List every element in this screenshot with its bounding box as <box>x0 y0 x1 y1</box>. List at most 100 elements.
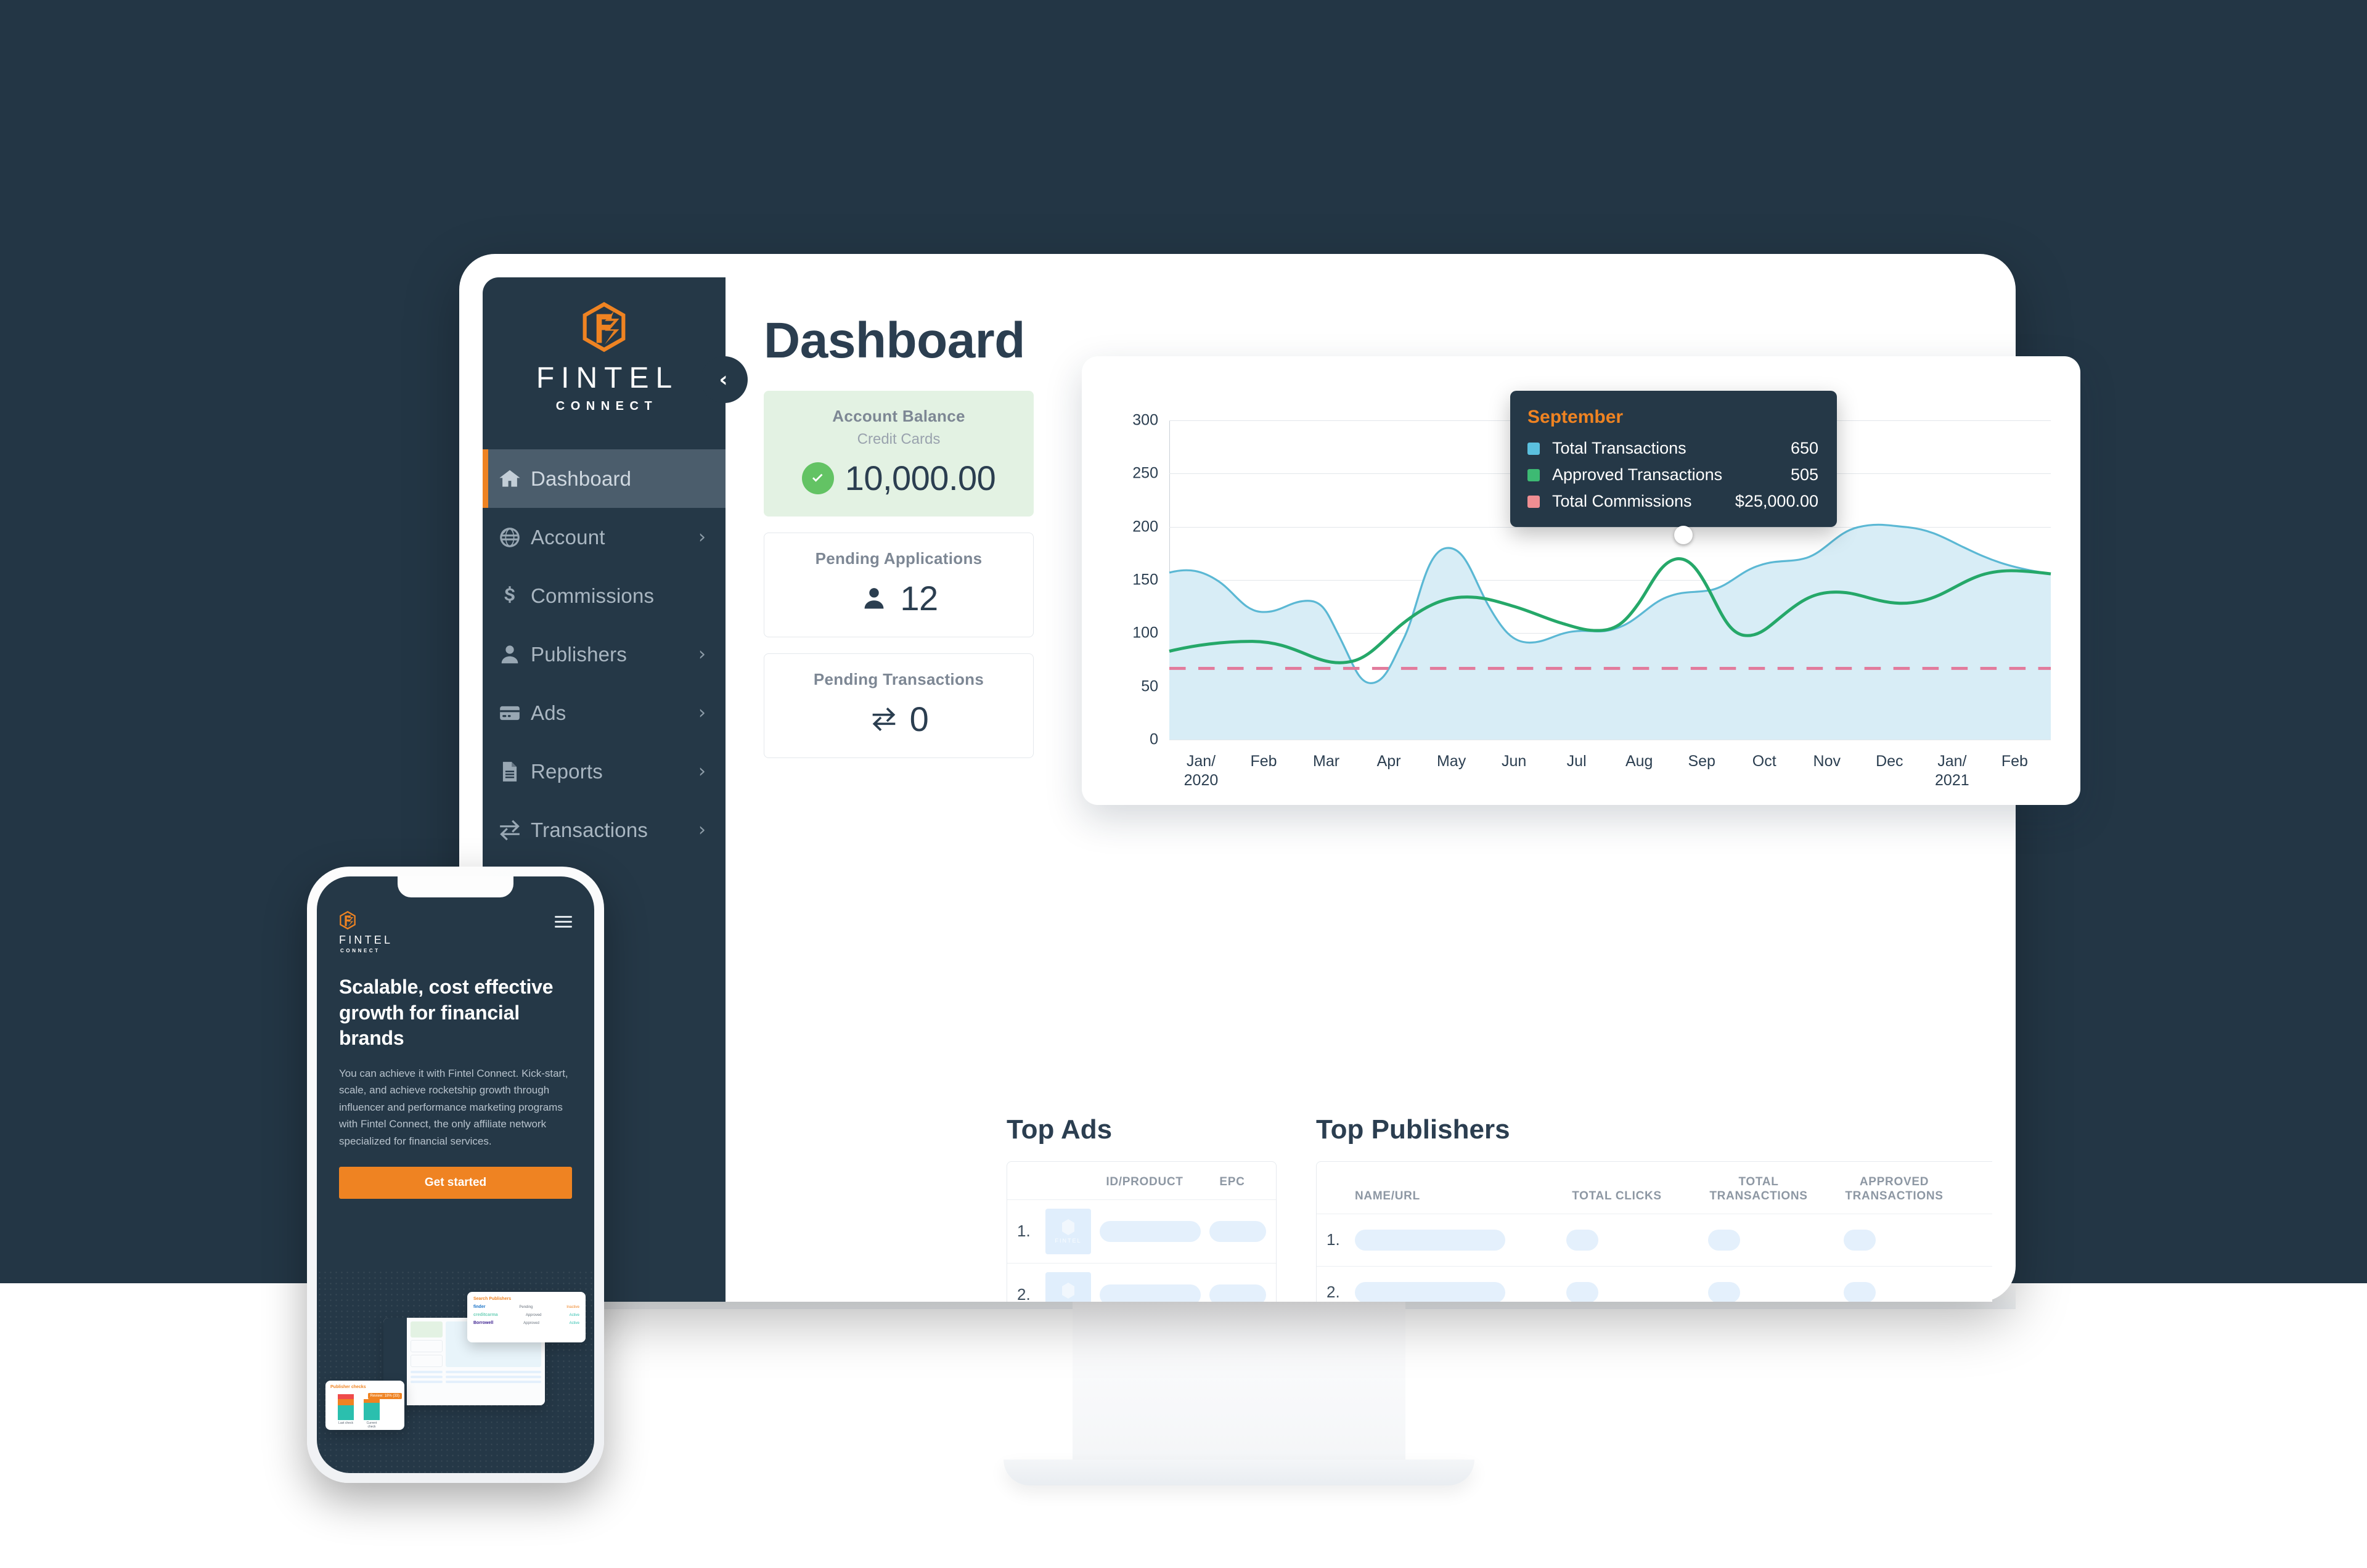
publisher-name: creditcarma <box>473 1313 498 1317</box>
check-circle-icon <box>801 462 834 494</box>
tooltip-month: September <box>1527 407 1624 427</box>
table-header-row: NAME/URL TOTAL CLICKS TOTAL TRANSACTIONS… <box>1317 1162 1992 1214</box>
x-tick-label: Jan/2020 <box>1184 753 1219 790</box>
sidebar-item-reports[interactable]: Reports › <box>483 742 726 801</box>
card-title: Pending Applications <box>815 549 983 568</box>
sidebar-item-label: Commissions <box>531 584 655 607</box>
x-tick-label: Jul <box>1566 753 1587 770</box>
account-balance-card[interactable]: Account Balance Credit Cards 10,000.00 <box>764 391 1034 517</box>
pending-transactions-card[interactable]: Pending Transactions 0 <box>764 653 1034 758</box>
skeleton-cell <box>1566 1281 1598 1302</box>
y-tick-label: 150 <box>1132 571 1158 589</box>
phone-hero-illustration: Search Publishers finder Pending Inactiv… <box>317 1270 594 1473</box>
column-header-epc: EPC <box>1219 1175 1245 1188</box>
column-header-total-commissions: TOTAL COMMISSIONS <box>1965 1190 1992 1204</box>
row-rank: 1. <box>1327 1230 1340 1249</box>
x-tick-label: Jun <box>1501 753 1527 770</box>
x-tick-label: Oct <box>1752 753 1776 770</box>
dollar-icon <box>496 582 523 610</box>
column-header-id-product: ID/PRODUCT <box>1106 1175 1184 1188</box>
tooltip-label: Approved Transactions <box>1552 465 1723 484</box>
row-rank: 2. <box>1017 1285 1031 1302</box>
sidebar-item-dashboard[interactable]: Dashboard <box>483 449 726 508</box>
legend-swatch-total-transactions <box>1527 442 1540 455</box>
series-total-transactions-area <box>1169 525 2051 740</box>
phone-screen: FINTEL CONNECT Scalable, cost effective … <box>317 876 594 1473</box>
mini-bar <box>338 1394 354 1420</box>
x-tick-label: Aug <box>1625 753 1653 770</box>
table-row[interactable]: 1. <box>1317 1213 1992 1266</box>
skeleton-cell <box>1100 1284 1201 1302</box>
table-row[interactable]: 2. <box>1317 1265 1992 1302</box>
column-header-approved-transactions: APPROVED TRANSACTIONS <box>1845 1175 1944 1203</box>
sidebar-item-label: Account <box>531 525 605 549</box>
column-header-total-transactions: TOTAL TRANSACTIONS <box>1709 1175 1808 1203</box>
mini-publisher-row: finder Pending Inactive <box>473 1305 579 1309</box>
top-ads-heading: Top Ads <box>1007 1114 1113 1145</box>
fintel-logo-mark <box>340 911 356 930</box>
chevron-left-icon: ‹ <box>719 367 728 392</box>
sidebar-item-transactions[interactable]: Transactions › <box>483 801 726 859</box>
sidebar-item-label: Publishers <box>531 642 628 666</box>
sidebar-item-label: Reports <box>531 759 603 783</box>
mini-publisher-row: creditcarma Approved Active <box>473 1313 579 1317</box>
mini-publisher-row: Borrowell Approved Active <box>473 1321 579 1325</box>
x-tick-label: Nov <box>1813 753 1841 770</box>
chart-tooltip: September Total Transactions 650 Approve… <box>1510 391 1837 527</box>
skeleton-cell <box>1708 1281 1740 1302</box>
tooltip-row: Approved Transactions 505 <box>1527 465 1818 484</box>
y-tick-label: 200 <box>1132 518 1158 536</box>
x-tick-label: Feb <box>2001 753 2028 770</box>
sidebar-nav: Dashboard Account › Commissions Publishe… <box>483 449 726 859</box>
sidebar-item-ads[interactable]: Ads › <box>483 684 726 742</box>
publisher-name: finder <box>473 1305 486 1309</box>
table-row[interactable]: 1. FINTEL <box>1007 1199 1276 1263</box>
sidebar-item-label: Ads <box>531 701 566 724</box>
mini-search-publishers-card: Search Publishers finder Pending Inactiv… <box>467 1292 586 1342</box>
top-ads-section: Top Ads ID/PRODUCT EPC 1. FINTEL 2. <box>1007 1114 1277 1302</box>
ad-thumbnail: FINTEL <box>1045 1272 1091 1302</box>
fintel-logo-mark <box>583 302 626 353</box>
phone-notch <box>398 876 513 897</box>
tooltip-label: Total Transactions <box>1552 439 1686 457</box>
publisher-status: Pending <box>519 1305 533 1309</box>
skeleton-cell <box>1566 1229 1598 1251</box>
sidebar-item-account[interactable]: Account › <box>483 508 726 566</box>
chevron-right-icon: › <box>698 526 706 548</box>
globe-icon <box>496 524 523 551</box>
top-publishers-table: NAME/URL TOTAL CLICKS TOTAL TRANSACTIONS… <box>1316 1161 1992 1302</box>
tooltip-label: Total Commissions <box>1552 492 1692 510</box>
document-icon <box>496 758 523 785</box>
y-tick-label: 50 <box>1141 677 1158 695</box>
y-tick-label: 300 <box>1132 411 1158 429</box>
tooltip-row: Total Commissions $25,000.00 <box>1527 492 1818 511</box>
table-row[interactable]: 2. FINTEL <box>1007 1262 1276 1302</box>
logo-tagline: CONNECT <box>555 399 658 413</box>
sidebar-item-publishers[interactable]: Publishers › <box>483 625 726 684</box>
y-tick-label: 250 <box>1132 464 1158 482</box>
hamburger-icon[interactable] <box>555 916 572 931</box>
pending-applications-card[interactable]: Pending Applications 12 <box>764 533 1034 637</box>
card-value: 10,000.00 <box>844 459 996 497</box>
y-tick-label: 100 <box>1132 624 1158 642</box>
mini-publisher-checks-chart: Publisher checks Review: 18% (33) Last c… <box>325 1381 404 1430</box>
publisher-state: Inactive <box>566 1305 579 1309</box>
publisher-state: Active <box>569 1321 579 1325</box>
exchange-icon <box>496 817 523 844</box>
sidebar-item-label: Dashboard <box>531 467 632 490</box>
skeleton-cell <box>1844 1229 1876 1251</box>
mini-card-title: Search Publishers <box>473 1297 512 1301</box>
legend-swatch-total-commissions <box>1527 495 1540 508</box>
row-rank: 2. <box>1327 1283 1340 1302</box>
get-started-button[interactable]: Get started <box>339 1167 572 1199</box>
sidebar-item-commissions[interactable]: Commissions <box>483 566 726 625</box>
user-icon <box>496 641 523 668</box>
skeleton-cell <box>1708 1229 1740 1251</box>
x-tick-label: Apr <box>1376 753 1401 770</box>
phone-headline: Scalable, cost effective growth for fina… <box>339 976 554 1050</box>
sidebar-collapse-button[interactable]: ‹ <box>701 356 748 403</box>
card-value: 0 <box>909 700 929 738</box>
legend-swatch-approved-transactions <box>1527 468 1540 481</box>
x-tick-label: Mar <box>1313 753 1340 770</box>
row-rank: 1. <box>1017 1222 1031 1241</box>
